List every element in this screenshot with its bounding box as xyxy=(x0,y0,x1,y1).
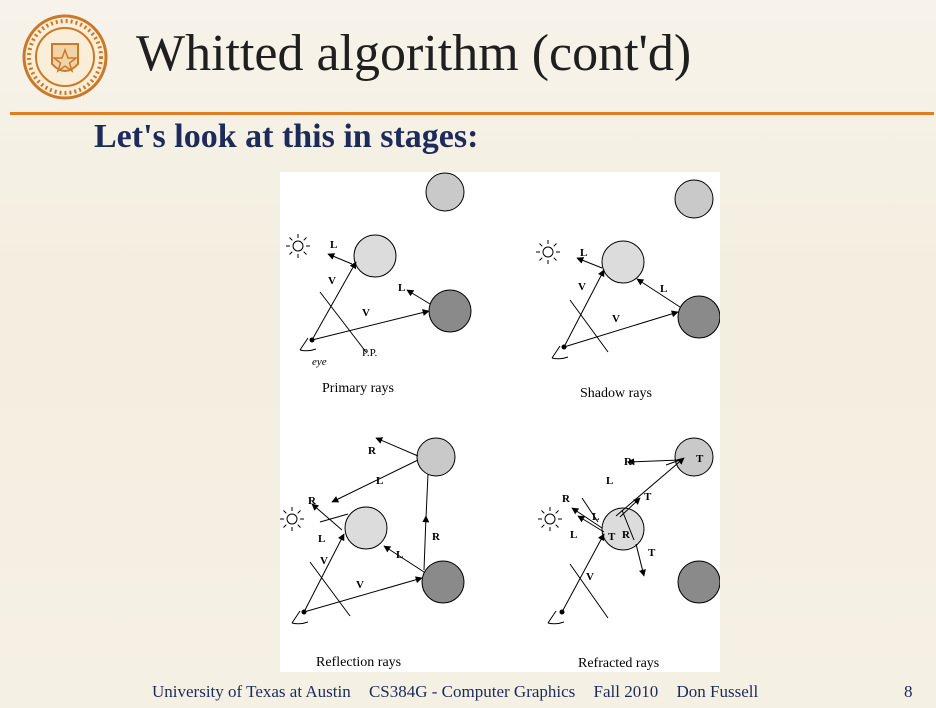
label-T: T xyxy=(608,531,616,543)
panel-refracted-rays: R T L T R L L T R T V Refracted rays xyxy=(537,437,720,671)
label-L: L xyxy=(606,475,613,487)
label-L: L xyxy=(396,549,403,561)
label-T: T xyxy=(696,453,704,465)
page-number: 8 xyxy=(904,682,913,701)
sphere-light xyxy=(353,234,397,278)
label-L: L xyxy=(318,533,325,545)
label-V: V xyxy=(612,313,620,325)
caption-reflection-rays: Reflection rays xyxy=(316,655,401,670)
label-L: L xyxy=(592,511,599,523)
sphere-top xyxy=(425,172,465,212)
label-T: T xyxy=(644,491,652,503)
footer-term: Fall 2010 xyxy=(593,682,659,701)
panel-shadow-rays: L V L V Shadow rays xyxy=(535,179,720,401)
label-L: L xyxy=(660,283,667,295)
slide-subtitle: Let's look at this in stages: xyxy=(94,118,479,155)
label-V: V xyxy=(356,579,364,591)
panel-primary-rays: L V L V P.P. eye Primary rays xyxy=(285,172,472,396)
label-R: R xyxy=(562,493,571,505)
light-source-icon xyxy=(280,506,305,532)
label-L: L xyxy=(398,282,405,294)
caption-primary-rays: Primary rays xyxy=(322,381,394,396)
caption-shadow-rays: Shadow rays xyxy=(580,386,652,401)
label-R: R xyxy=(308,495,317,507)
label-R: R xyxy=(432,531,441,543)
label-R: R xyxy=(624,456,633,468)
label-V: V xyxy=(578,281,586,293)
footer-author: Don Fussell xyxy=(676,682,759,701)
panel-reflection-rays: R L R L V L R V Reflection rays xyxy=(280,437,465,670)
label-picture-plane: P.P. xyxy=(362,347,378,359)
label-V: V xyxy=(328,275,336,287)
label-T: T xyxy=(648,547,656,559)
footer-course: CS384G - Computer Graphics xyxy=(368,682,576,701)
light-source-icon xyxy=(535,239,561,265)
caption-refracted-rays: Refracted rays xyxy=(578,656,659,671)
title-divider xyxy=(10,112,934,115)
light-source-icon xyxy=(285,233,311,259)
slide-title: Whitted algorithm (cont'd) xyxy=(136,25,692,82)
ray-tracing-figure: L V L V P.P. eye Primary rays L V L V Sh… xyxy=(280,172,720,672)
label-R: R xyxy=(368,445,377,457)
footer-institution: University of Texas at Austin xyxy=(152,682,351,701)
label-V: V xyxy=(362,307,370,319)
label-L: L xyxy=(330,239,337,251)
university-seal-logo xyxy=(22,14,108,100)
label-V: V xyxy=(586,571,594,583)
label-L: L xyxy=(570,529,577,541)
sphere-dark xyxy=(428,289,472,333)
label-L: L xyxy=(376,475,383,487)
label-eye: eye xyxy=(312,356,327,368)
label-L: L xyxy=(580,247,587,259)
label-R: R xyxy=(622,529,631,541)
label-V: V xyxy=(320,555,328,567)
slide-footer: University of Texas at Austin CS384G - C… xyxy=(152,682,772,702)
light-source-icon xyxy=(537,506,563,532)
